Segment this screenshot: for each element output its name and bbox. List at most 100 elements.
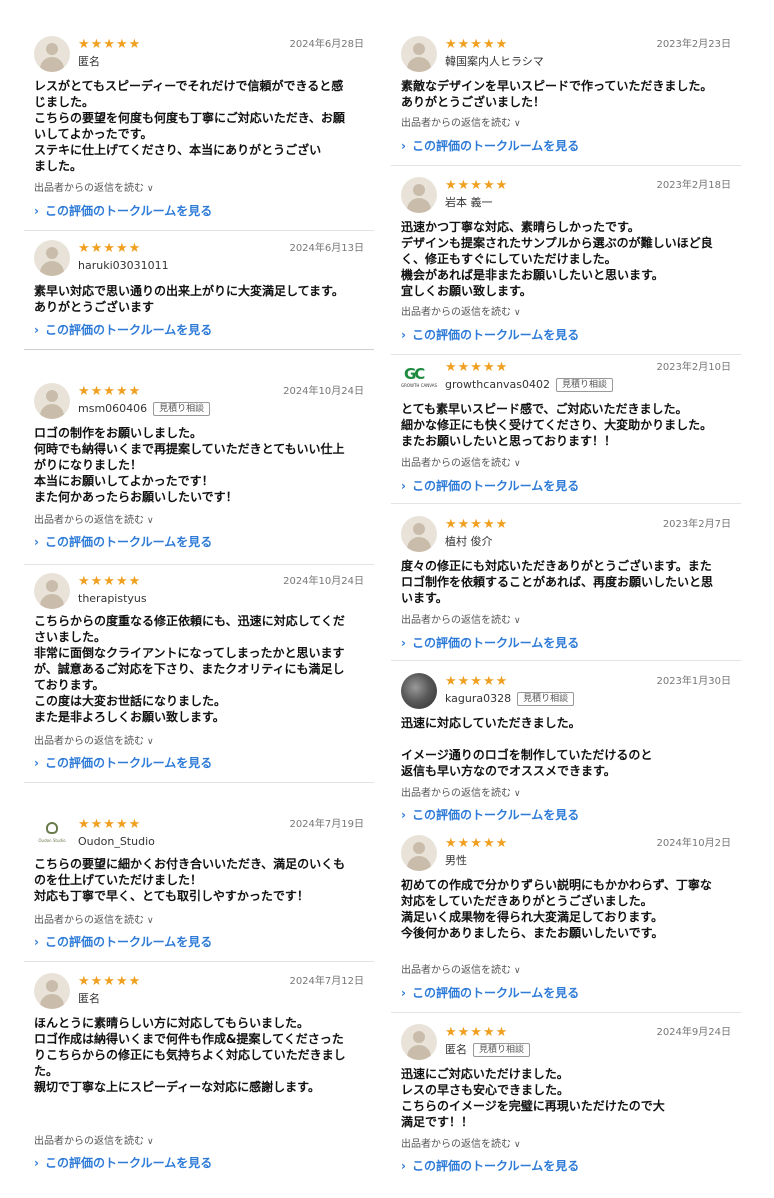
reviewer-name[interactable]: growthcanvas0402 見積り相談: [445, 378, 614, 392]
read-reply-toggle[interactable]: 出品者からの返信を読む ∨: [34, 514, 154, 528]
view-talkroom-link[interactable]: › この評価のトークルームを見る: [401, 328, 579, 343]
review-date: 2024年6月28日: [289, 39, 364, 50]
reviewer-name[interactable]: kagura0328 見積り相談: [445, 692, 575, 706]
rating-stars: ★★★★★: [78, 37, 142, 52]
reviewer-name[interactable]: therapistyus: [78, 592, 147, 606]
chevron-right-icon: ›: [34, 1156, 39, 1170]
read-reply-toggle[interactable]: 出品者からの返信を読む ∨: [401, 787, 521, 801]
rating-stars: ★★★★★: [445, 517, 509, 532]
view-talkroom-link[interactable]: › この評価のトークルームを見る: [34, 204, 212, 219]
avatar[interactable]: [401, 516, 437, 552]
avatar[interactable]: Oudon Studio: [34, 816, 70, 852]
review-date: 2024年10月24日: [283, 386, 364, 397]
read-reply-toggle[interactable]: 出品者からの返信を読む ∨: [401, 306, 521, 320]
review-text: 素敵なデザインを早いスピードで作っていただきました。 ありがとうございました！: [401, 79, 713, 109]
quote-request-badge: 見積り相談: [153, 402, 211, 416]
view-talkroom-link[interactable]: › この評価のトークルームを見る: [401, 986, 579, 1001]
review-text: 素早い対応で思い通りの出来上がりに大変満足してます。 ありがとうございます: [34, 284, 344, 314]
review-date: 2023年2月10日: [656, 362, 731, 373]
review-text: 度々の修正にも対応いただきありがとうございます。また ロゴ制作を依頼することがあ…: [401, 559, 714, 605]
view-talkroom-link[interactable]: › この評価のトークルームを見る: [34, 535, 212, 550]
view-talkroom-link[interactable]: › この評価のトークルームを見る: [34, 756, 212, 771]
avatar[interactable]: [401, 835, 437, 871]
review-text: とても素早いスピード感で、ご対応いただきました。 細かな修正にも快く受けてくださ…: [401, 402, 713, 448]
review-card: Oudon Studio ★★★★★ 2024年7月19日 Oudon_Stud…: [24, 816, 374, 962]
review-text: こちらの要望に細かくお付き合いいただき、満足のいくも のを仕上げていただけました…: [34, 857, 346, 903]
chevron-down-icon: ∨: [147, 516, 154, 526]
rating-stars: ★★★★★: [78, 974, 142, 989]
view-talkroom-link[interactable]: › この評価のトークルームを見る: [34, 935, 212, 950]
reviewer-name[interactable]: msm060406 見積り相談: [78, 402, 211, 416]
read-reply-toggle[interactable]: 出品者からの返信を読む ∨: [34, 914, 154, 928]
reviewer-name[interactable]: 植村 俊介: [445, 535, 493, 549]
reviewer-name[interactable]: 匿名: [78, 55, 100, 69]
chevron-right-icon: ›: [401, 808, 406, 822]
reviewer-name[interactable]: 韓国案内人ヒラシマ: [445, 55, 544, 69]
review-card: ★★★★★ 2024年10月24日 msm060406 見積り相談 ロゴの制作をお…: [24, 383, 374, 565]
chevron-right-icon: ›: [34, 323, 39, 337]
avatar[interactable]: [34, 383, 70, 419]
view-talkroom-link[interactable]: › この評価のトークルームを見る: [401, 139, 579, 154]
chevron-down-icon: ∨: [147, 184, 154, 194]
reviewer-name[interactable]: Oudon_Studio: [78, 835, 155, 849]
reviewer-name[interactable]: 岩本 義一: [445, 196, 493, 210]
read-reply-toggle[interactable]: 出品者からの返信を読む ∨: [401, 1138, 521, 1152]
avatar[interactable]: [401, 1024, 437, 1060]
avatar[interactable]: [401, 673, 437, 709]
view-talkroom-link[interactable]: › この評価のトークルームを見る: [401, 636, 579, 651]
avatar[interactable]: GC GROWTH CANVAS: [401, 359, 437, 395]
chevron-down-icon: ∨: [514, 789, 521, 799]
read-reply-toggle[interactable]: 出品者からの返信を読む ∨: [34, 182, 154, 196]
review-date: 2024年10月24日: [283, 576, 364, 587]
view-talkroom-link[interactable]: › この評価のトークルームを見る: [401, 1159, 579, 1174]
avatar[interactable]: [401, 177, 437, 213]
avatar[interactable]: [34, 573, 70, 609]
reviewer-name[interactable]: haruki03031011: [78, 259, 169, 273]
review-card: ★★★★★ 2024年6月13日 haruki03031011 素早い対応で思い…: [24, 240, 374, 350]
review-date: 2023年2月7日: [662, 519, 731, 530]
chevron-right-icon: ›: [401, 479, 406, 493]
avatar[interactable]: [34, 36, 70, 72]
avatar[interactable]: [34, 240, 70, 276]
review-date: 2024年7月19日: [289, 819, 364, 830]
review-card: ★★★★★ 2023年2月7日 植村 俊介 度々の修正にも対応いただきありがとう…: [391, 516, 741, 661]
chevron-right-icon: ›: [401, 139, 406, 153]
review-card: ★★★★★ 2023年2月23日 韓国案内人ヒラシマ 素敵なデザインを早いスピー…: [391, 36, 741, 166]
read-reply-toggle[interactable]: 出品者からの返信を読む ∨: [401, 117, 521, 131]
chevron-down-icon: ∨: [147, 916, 154, 926]
review-date: 2023年2月18日: [656, 180, 731, 191]
review-date: 2023年1月30日: [656, 676, 731, 687]
review-text: 初めての作成で分かりずらい説明にもかかわらず、丁寧な 対応をしていただきありがと…: [401, 878, 712, 940]
read-reply-toggle[interactable]: 出品者からの返信を読む ∨: [401, 964, 521, 978]
reviewer-name[interactable]: 男性: [445, 854, 467, 868]
rating-stars: ★★★★★: [445, 37, 509, 52]
rating-stars: ★★★★★: [78, 241, 142, 256]
reviewer-name[interactable]: 匿名 見積り相談: [445, 1043, 531, 1057]
review-card: ★★★★★ 2023年2月18日 岩本 義一 迅速かつ丁寧な対応、素晴らしかった…: [391, 177, 741, 355]
reviewer-name[interactable]: 匿名: [78, 992, 100, 1006]
review-date: 2024年6月13日: [289, 243, 364, 254]
rating-stars: ★★★★★: [445, 836, 509, 851]
chevron-down-icon: ∨: [514, 119, 521, 129]
view-talkroom-link[interactable]: › この評価のトークルームを見る: [34, 1156, 212, 1171]
chevron-right-icon: ›: [34, 935, 39, 949]
review-text: ほんとうに素晴らしい方に対応してもらいました。 ロゴ作成は納得いくまで何件も作成…: [34, 1016, 346, 1094]
view-talkroom-link[interactable]: › この評価のトークルームを見る: [401, 479, 579, 494]
review-card: ★★★★★ 2024年10月24日 therapistyus こちらからの度重な…: [24, 573, 374, 783]
review-text: こちらからの度重なる修正依頼にも、迅速に対応してくだ さいました。 非常に面倒な…: [34, 614, 345, 724]
review-card: ★★★★★ 2024年6月28日 匿名 レスがとてもスピーディーでそれだけで信頼…: [24, 36, 374, 231]
rating-stars: ★★★★★: [445, 360, 509, 375]
read-reply-toggle[interactable]: 出品者からの返信を読む ∨: [401, 457, 521, 471]
avatar[interactable]: [401, 36, 437, 72]
view-talkroom-link[interactable]: › この評価のトークルームを見る: [401, 808, 579, 823]
read-reply-toggle[interactable]: 出品者からの返信を読む ∨: [34, 735, 154, 749]
review-date: 2024年7月12日: [289, 976, 364, 987]
review-text: レスがとてもスピーディーでそれだけで信頼ができると感 じました。 こちらの要望を…: [34, 79, 345, 173]
read-reply-toggle[interactable]: 出品者からの返信を読む ∨: [34, 1135, 154, 1149]
review-date: 2024年9月24日: [656, 1027, 731, 1038]
view-talkroom-link[interactable]: › この評価のトークルームを見る: [34, 323, 212, 338]
review-text: ロゴの制作をお願いしました。 何時でも納得いくまで再提案していただきとてもいい仕…: [34, 426, 345, 504]
review-card: ★★★★★ 2024年10月2日 男性 初めての作成で分かりずらい説明にもかかわ…: [391, 835, 741, 1013]
avatar[interactable]: [34, 973, 70, 1009]
read-reply-toggle[interactable]: 出品者からの返信を読む ∨: [401, 614, 521, 628]
